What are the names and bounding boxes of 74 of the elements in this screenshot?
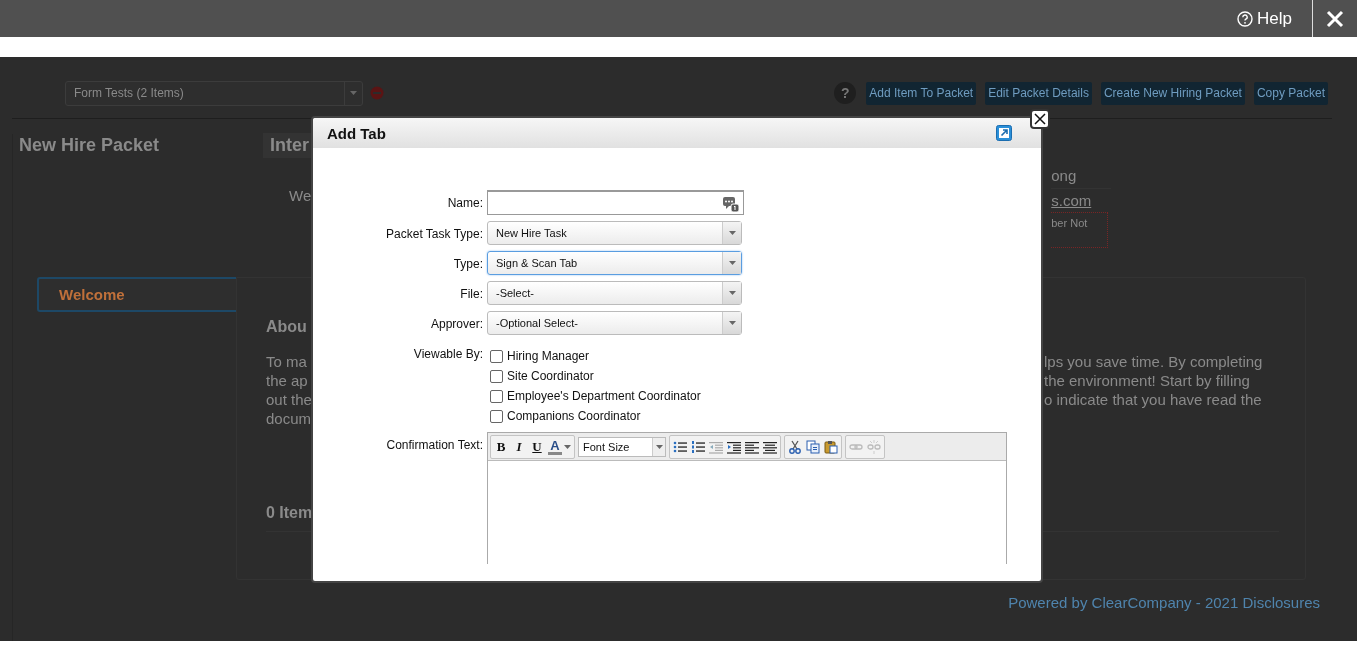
checkbox-label: Employee's Department Coordinator: [507, 389, 701, 403]
font-color-button[interactable]: A: [548, 438, 562, 455]
side-tab[interactable]: Welcome: [37, 277, 236, 312]
font-size-dropdown[interactable]: Font Size: [578, 436, 666, 457]
toolbar-button[interactable]: Copy Packet: [1253, 81, 1328, 105]
help-icon: [1237, 10, 1254, 27]
paragraph-text: out the: [266, 390, 312, 409]
name-field[interactable]: [487, 190, 744, 215]
items-heading: 0 Item: [266, 504, 313, 522]
numbered-list-icon: [691, 439, 705, 454]
checkbox-label: Site Coordinator: [507, 369, 594, 383]
caret-icon: [728, 261, 736, 265]
checkbox[interactable]: [490, 389, 503, 403]
field-label: Packet Task Type:: [385, 226, 483, 243]
checkbox[interactable]: [490, 409, 503, 423]
align-left-icon: [745, 439, 759, 454]
bold-button[interactable]: B: [494, 438, 508, 455]
close-icon: [1326, 9, 1344, 28]
checkbox-label: Hiring Manager: [507, 349, 590, 363]
indent-icon: [727, 439, 741, 454]
section-heading: Abou: [266, 318, 307, 336]
bullet-list-icon: [673, 439, 687, 454]
paragraph-text: To ma: [266, 352, 307, 371]
dropdown[interactable]: -Select-: [487, 281, 742, 305]
notice-text: ber Not: [1051, 212, 1109, 248]
scissors-icon: [788, 439, 802, 454]
footer-link[interactable]: Powered by ClearCompany - 2021 Disclosures: [1008, 594, 1320, 611]
paragraph-text: o indicate that you have read the: [1044, 390, 1262, 409]
field-label: Approver:: [429, 316, 483, 333]
field-label: Viewable By:: [412, 346, 483, 363]
caret-icon: [350, 91, 357, 95]
underline-button[interactable]: U: [530, 438, 544, 455]
copy-icon: [806, 439, 820, 454]
checkbox[interactable]: [490, 349, 503, 363]
caret-icon: [655, 444, 663, 449]
caret-icon: [728, 231, 736, 235]
italic-button[interactable]: I: [512, 438, 526, 455]
comment-icon: [723, 197, 739, 212]
dropdown[interactable]: -Optional Select-: [487, 311, 742, 335]
packet-dropdown[interactable]: Form Tests (2 Items): [65, 80, 363, 106]
caret-icon: [564, 444, 571, 449]
field-label: File:: [459, 286, 483, 303]
align-center-icon: [763, 439, 777, 454]
toolbar-button[interactable]: Add Item To Packet: [866, 81, 977, 105]
field-label: Type:: [452, 256, 483, 273]
toolbar-button[interactable]: Create New Hiring Packet: [1100, 81, 1245, 105]
greeting-text: We: [289, 187, 312, 206]
paragraph-text: the ap: [266, 371, 308, 390]
contact-name: ong: [1051, 167, 1112, 189]
help-icon[interactable]: ?: [834, 82, 857, 104]
paste-icon: [824, 439, 838, 454]
expand-icon: [996, 125, 1012, 141]
help-link[interactable]: Help: [1237, 8, 1292, 29]
unlink-icon: [867, 439, 881, 454]
rich-text-editor[interactable]: B I U A Font Size: [487, 432, 1007, 564]
packet-title: New Hire Packet: [19, 135, 161, 156]
dialog-title: Add Tab: [327, 124, 386, 142]
checkbox-label: Companions Coordinator: [507, 409, 641, 423]
remove-icon: [370, 86, 384, 100]
field-label: Confirmation Text:: [385, 437, 483, 454]
close-button[interactable]: [1030, 109, 1050, 129]
dropdown[interactable]: New Hire Task: [487, 221, 742, 245]
paragraph-text: lps you save time. By completing: [1044, 352, 1263, 371]
dropdown[interactable]: Sign & Scan Tab: [487, 251, 742, 275]
toolbar-button[interactable]: Edit Packet Details: [985, 81, 1092, 105]
caret-icon: [728, 321, 736, 325]
field-label: Name:: [446, 195, 483, 212]
checkbox[interactable]: [490, 369, 503, 383]
paragraph-text: the environment! Start by filling: [1044, 371, 1250, 390]
paragraph-text: docum: [266, 409, 312, 428]
close-icon: [1034, 113, 1046, 125]
email-link[interactable]: s.com: [1051, 192, 1092, 209]
outdent-icon: [709, 439, 723, 454]
caret-icon: [728, 291, 736, 295]
